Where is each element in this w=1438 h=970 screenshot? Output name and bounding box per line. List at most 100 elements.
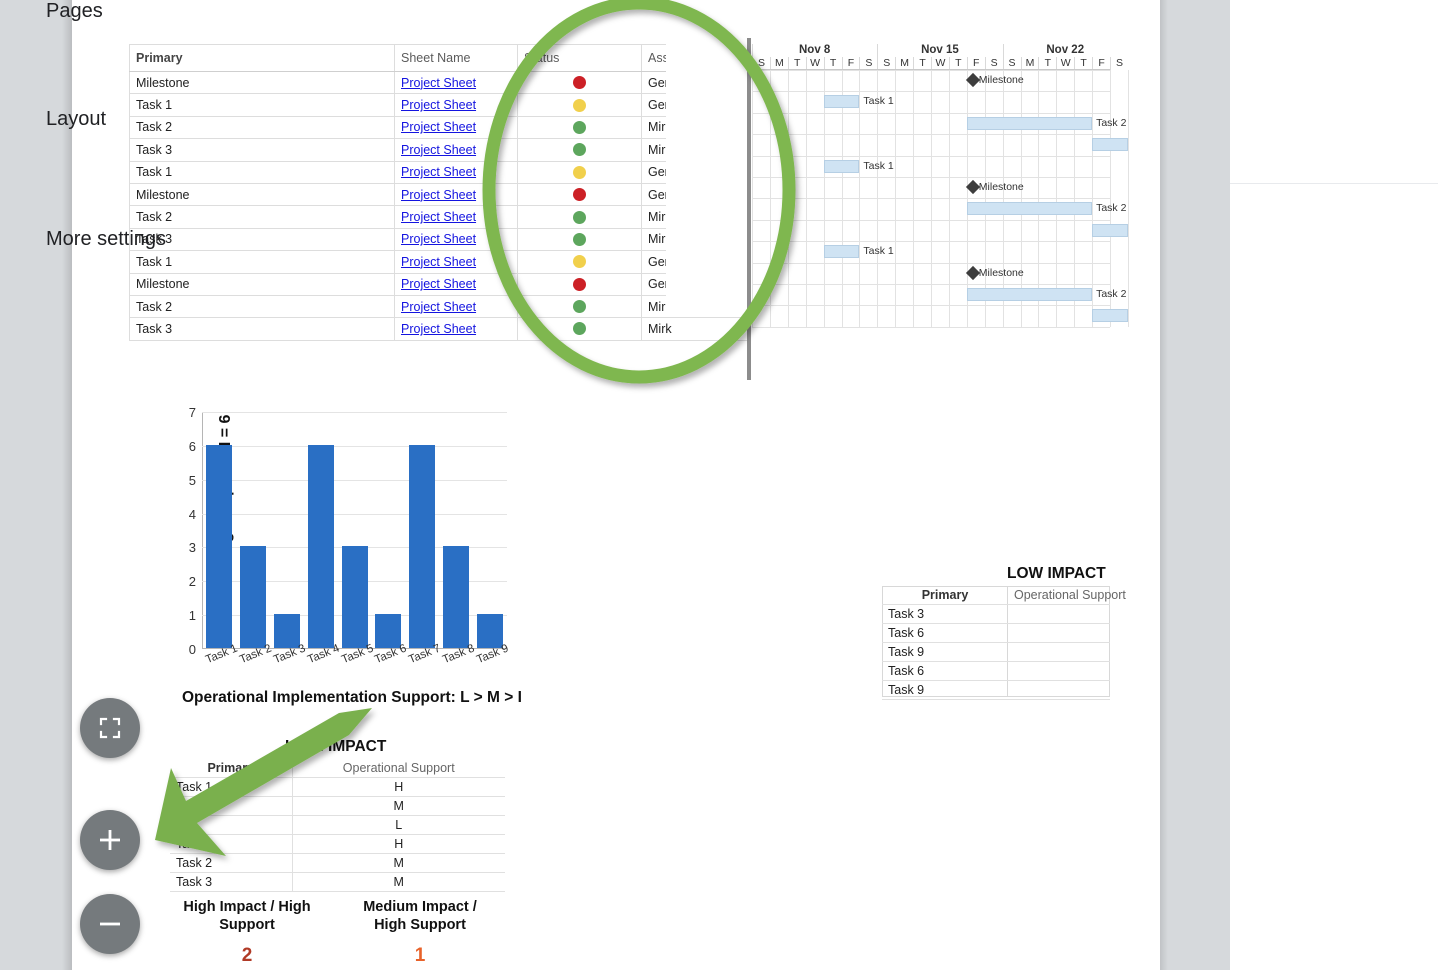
gantt-task-bar[interactable]: [966, 288, 1093, 301]
gantt-gridline-horizontal: [752, 91, 1110, 93]
cell-primary: Task 2: [129, 205, 395, 229]
sidebar-divider: [1230, 183, 1438, 184]
table-row[interactable]: Task 1 Project Sheet Ger: [129, 93, 748, 117]
cell-primary: Task 1: [170, 777, 292, 797]
gantt-week-label: Nov 22: [1046, 44, 1085, 56]
gantt-body: Milestone Task 1 Task 2 Task 1 Milestone Task…: [752, 70, 1129, 328]
chart-gridline: [202, 445, 507, 447]
project-sheet-link[interactable]: Project Sheet: [401, 322, 476, 336]
table-row: Task 2M: [170, 853, 505, 873]
column-header-sheet-name[interactable]: Sheet Name: [394, 44, 518, 72]
high-impact-table: Primary Operational Support Task 1 H M L Tas…: [170, 759, 505, 892]
cell-primary: Task 1: [129, 93, 395, 117]
project-sheet-link[interactable]: Project Sheet: [401, 210, 476, 224]
gantt-task-bar[interactable]: [966, 202, 1093, 216]
cell-status: [517, 294, 642, 319]
project-sheet-link[interactable]: Project Sheet: [401, 300, 476, 314]
chart-bar: [341, 546, 368, 648]
zoom-in-button[interactable]: [80, 810, 140, 870]
table-row[interactable]: Milestone Project Sheet Genevieve P.: [129, 70, 748, 95]
chart-y-tick-label: 5: [188, 472, 196, 488]
cell-primary: Task 6: [882, 661, 1008, 681]
chart-y-tick-label: 7: [188, 405, 196, 420]
project-sheet-link[interactable]: Project Sheet: [401, 188, 476, 202]
low-impact-table: Primary Operational Support Task 3 Task 6…: [882, 586, 1126, 700]
project-sheet-link[interactable]: Project Sheet: [401, 255, 476, 269]
sidebar-item-layout[interactable]: Layout: [46, 108, 106, 131]
cell-primary: Task 2: [129, 294, 395, 319]
table-row: Task 9: [882, 642, 1110, 662]
grid-gantt-splitter[interactable]: [747, 38, 751, 380]
cell-status: [517, 250, 642, 274]
table-row[interactable]: Task 1 Project Sheet Ger: [129, 250, 748, 274]
sidebar-item-more-settings[interactable]: More settings: [46, 228, 166, 251]
table-row[interactable]: Task 3 Project Sheet Mirk: [129, 317, 748, 341]
status-dot-red: [573, 277, 586, 291]
gantt-task-bar[interactable]: [823, 159, 860, 173]
table-row: Task 1H: [170, 777, 505, 797]
gantt-task-bar[interactable]: [966, 116, 1093, 130]
fit-to-screen-button[interactable]: [80, 698, 140, 758]
column-header-primary: Primary: [921, 588, 969, 602]
screen-root: Primary Sheet Name Status Assigned To Mi…: [0, 0, 1438, 970]
table-row[interactable]: Task 2 Project Sheet Mirk: [129, 205, 748, 229]
gantt-task-bar[interactable]: [823, 95, 860, 109]
table-header-row: Primary Sheet Name Status Assigned To: [129, 44, 748, 72]
cell-assigned-to: Genevieve P.: [641, 70, 748, 95]
cell-operational-support: M: [291, 853, 505, 873]
zoom-out-button[interactable]: [80, 894, 140, 954]
table-row[interactable]: Task 3 Project Sheet Mirk: [129, 138, 748, 162]
cell-operational-support: [1008, 642, 1110, 662]
project-sheet-link[interactable]: Project Sheet: [401, 98, 476, 112]
chart-y-tick-label: 2: [188, 574, 196, 590]
table-row[interactable]: Milestone Project Sheet Ger: [129, 182, 748, 207]
project-sheet-link[interactable]: Project Sheet: [401, 165, 476, 179]
column-header-primary[interactable]: Primary: [129, 44, 395, 72]
gantt-task-bar[interactable]: [1092, 223, 1128, 237]
table-row: Task 9: [882, 680, 1110, 700]
cell-sheet-name: Project Sheet: [394, 138, 518, 162]
gantt-bar-label: Task 2: [1096, 202, 1127, 215]
cell-primary: Task 2: [170, 853, 292, 873]
cell-status: [517, 227, 642, 252]
gantt-milestone-marker[interactable]: [965, 265, 980, 280]
gantt-task-bar[interactable]: [1092, 138, 1128, 152]
summary-card-medium-high: Medium Impact / High Support 1: [350, 898, 490, 967]
gantt-bar-label: Task 1: [863, 245, 894, 258]
sidebar-item-pages[interactable]: Pages: [46, 0, 103, 23]
column-header-assigned-to[interactable]: Assigned To: [641, 44, 748, 72]
gantt-milestone-marker[interactable]: [965, 179, 980, 195]
status-dot-yellow: [573, 255, 586, 269]
status-dot-green: [573, 322, 586, 336]
project-sheet-link[interactable]: Project Sheet: [401, 143, 476, 157]
cell-status: [517, 138, 642, 162]
cell-sheet-name: Project Sheet: [394, 272, 518, 296]
gantt-task-bar[interactable]: [1092, 309, 1128, 323]
gantt-task-bar[interactable]: [823, 245, 860, 259]
chart-bar: [205, 444, 232, 648]
gantt-milestone-marker[interactable]: [965, 72, 980, 88]
project-sheet-link[interactable]: Project Sheet: [401, 76, 476, 90]
cell-assigned-to: Ger: [641, 272, 748, 296]
table-row[interactable]: Task 1 Project Sheet Ger: [129, 160, 748, 184]
cell-status: [517, 93, 642, 117]
table-row[interactable]: Milestone Project Sheet Ger: [129, 272, 748, 296]
project-sheet-link[interactable]: Project Sheet: [401, 277, 476, 291]
project-sheet-link[interactable]: Project Sheet: [401, 232, 476, 246]
gantt-gridline-horizontal: [752, 112, 1110, 114]
gantt-day-label: S: [1110, 57, 1128, 70]
project-sheet-link[interactable]: Project Sheet: [401, 120, 476, 134]
cell-assigned-to: Ger: [641, 160, 748, 184]
cell-primary: Task 6: [882, 623, 1008, 643]
table-row[interactable]: Task 3 Project Sheet Mirk: [129, 227, 748, 252]
summary-card-high-high: High Impact / High Support 2: [177, 898, 317, 967]
table-row[interactable]: Task 2 Project Sheet Mirk: [129, 294, 748, 319]
chart-y-tick-label: 4: [188, 506, 196, 522]
table-row[interactable]: Task 2 Project Sheet Mirk: [129, 115, 748, 140]
cell-assigned-to: Mirk: [641, 227, 748, 252]
cell-primary: Task 9: [882, 680, 1008, 700]
column-header-status[interactable]: Status: [517, 44, 642, 72]
cell-sheet-name: Project Sheet: [394, 70, 518, 95]
cell-sheet-name: Project Sheet: [394, 93, 518, 117]
gantt-gridline-horizontal: [752, 326, 1110, 328]
